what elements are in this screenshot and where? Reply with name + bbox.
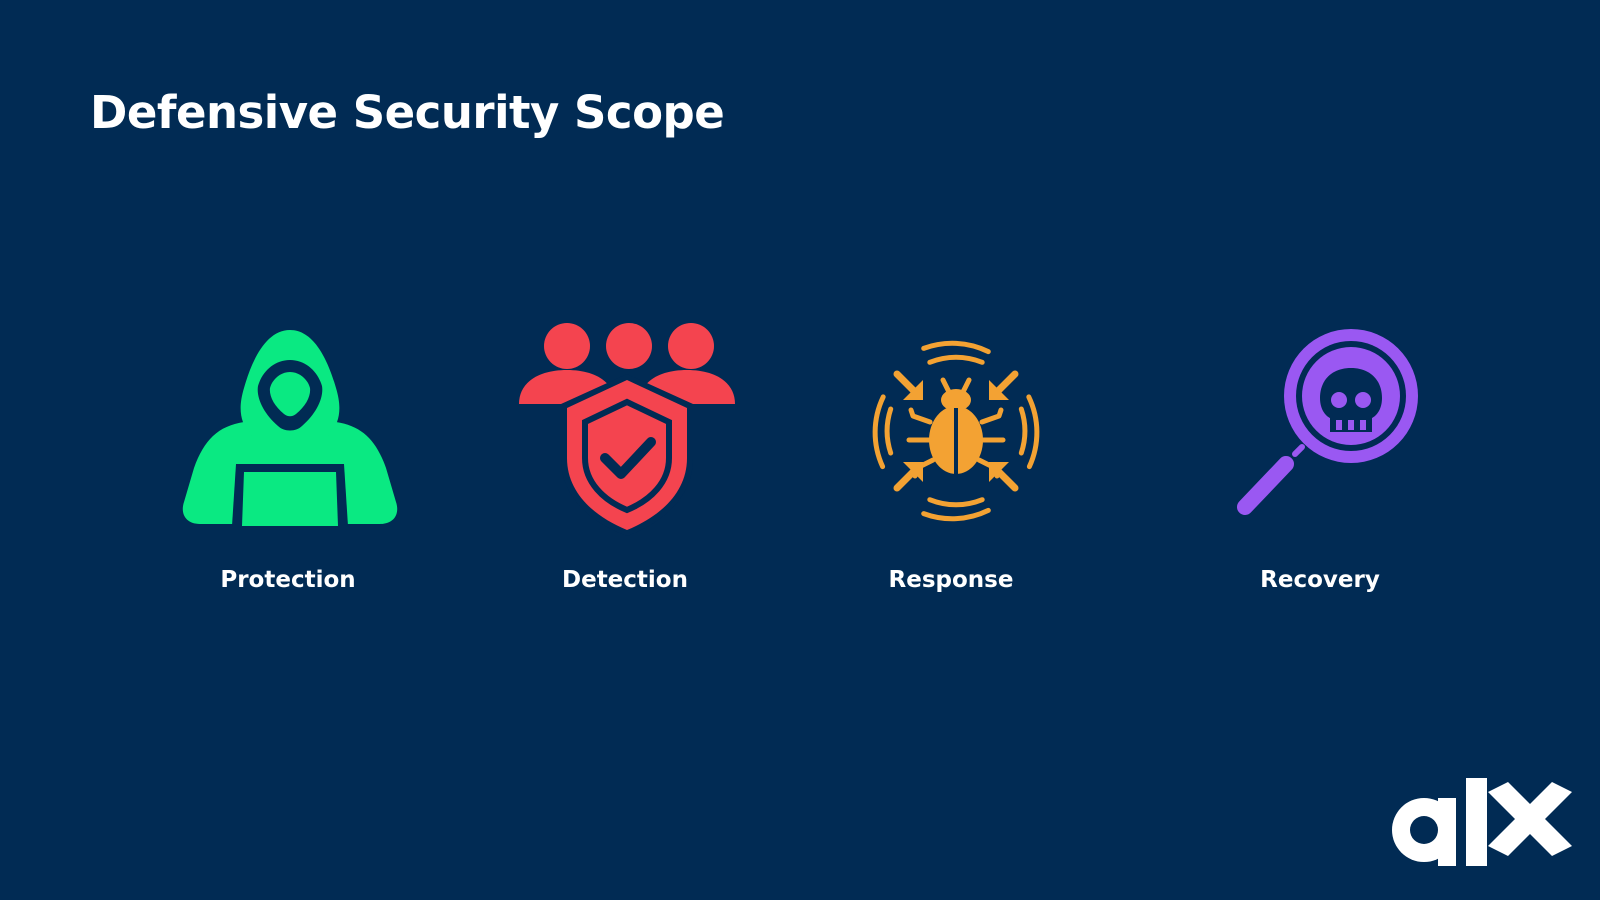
scope-item-protection: Protection xyxy=(138,318,438,608)
scope-label-recovery: Recovery xyxy=(1260,567,1380,593)
slide-title: Defensive Security Scope xyxy=(90,86,725,139)
scope-item-response: Response xyxy=(801,318,1101,608)
scope-item-detection: Detection xyxy=(475,318,775,608)
scope-label-protection: Protection xyxy=(220,567,356,593)
bug-target-arrows-icon xyxy=(872,340,1040,522)
magnifier-skull-icon xyxy=(1237,329,1418,515)
hooded-hacker-laptop-icon xyxy=(182,330,398,526)
scope-item-recovery: Recovery xyxy=(1170,318,1470,608)
team-shield-check-icon xyxy=(519,323,735,536)
scope-label-response: Response xyxy=(888,567,1014,593)
scope-label-detection: Detection xyxy=(562,567,688,593)
alx-logo xyxy=(1392,778,1572,866)
